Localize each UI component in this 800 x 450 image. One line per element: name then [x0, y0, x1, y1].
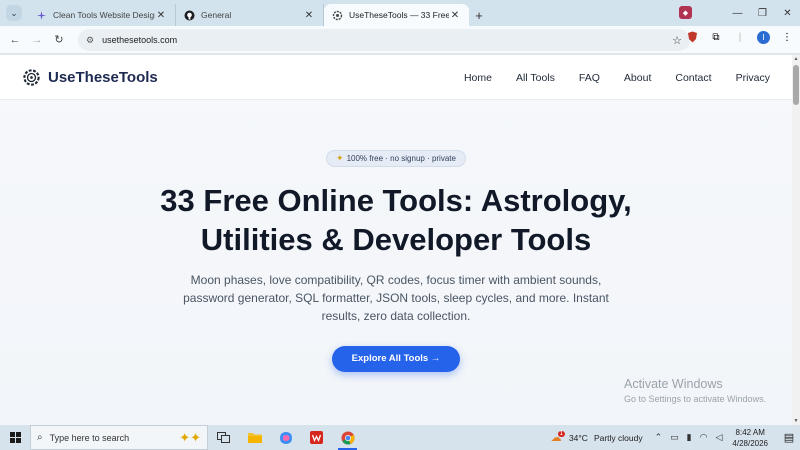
watermark-line2: Go to Settings to activate Windows.	[624, 394, 767, 404]
site-logo[interactable]: UseTheseTools	[22, 68, 158, 87]
free-badge: ✦ 100% free · no signup · private	[326, 150, 466, 167]
tray-icons: ⌃ ▭ ▮ ◠ ◁	[655, 432, 723, 443]
chrome-icon[interactable]	[332, 425, 363, 450]
weather-text: Partly cloudy	[593, 432, 643, 443]
taskbar-clock[interactable]: 8:42 AM 4/28/2026	[732, 427, 768, 449]
weather-temp: 34°C	[568, 432, 588, 443]
kebab-menu-icon[interactable]: ⋮	[780, 30, 794, 44]
restore-icon[interactable]: ❐	[750, 8, 775, 19]
close-icon[interactable]: ✕	[303, 10, 315, 21]
scroll-down-icon[interactable]: ▼	[792, 418, 800, 424]
github-icon	[184, 10, 195, 21]
reload-icon[interactable]: ↻	[48, 33, 70, 46]
toolbar-actions: ⧉ | I ⋮	[685, 30, 794, 44]
system-tray: ☁ 1 34°C Partly cloudy ⌃ ▭ ▮ ◠ ◁ 8:42 AM…	[551, 425, 800, 450]
shield-icon[interactable]	[685, 30, 699, 44]
browser-toolbar: ← → ↻ ⚙ usethesetools.com ☆ ⧉ | I ⋮	[0, 26, 800, 54]
hero-section: ✦ 100% free · no signup · private 33 Fre…	[0, 100, 792, 372]
avatar[interactable]: I	[757, 30, 770, 44]
chevron-down-icon: ⌄	[10, 7, 18, 18]
nav-about[interactable]: About	[624, 72, 651, 84]
bookmark-star-icon[interactable]: ☆	[672, 34, 682, 47]
nav-all-tools[interactable]: All Tools	[516, 72, 555, 84]
page-scrollbar[interactable]: ▲ ▼	[792, 55, 800, 425]
close-icon[interactable]: ✕	[155, 10, 167, 21]
minimize-icon[interactable]: —	[725, 8, 750, 19]
tab-usethesetools[interactable]: UseTheseTools — 33 Free Onlin ✕	[324, 4, 469, 26]
search-icon: ⌕	[37, 432, 43, 443]
nav-contact[interactable]: Contact	[675, 72, 711, 84]
hero-description: Moon phases, love compatibility, QR code…	[183, 273, 609, 323]
extensions-puzzle-icon[interactable]: ⧉	[709, 30, 723, 44]
task-view-icon[interactable]	[208, 425, 239, 450]
notification-center-icon[interactable]: ▤	[778, 431, 800, 444]
clock-date: 4/28/2026	[732, 438, 768, 448]
back-icon[interactable]: ←	[4, 34, 26, 46]
badge-text: 100% free · no signup · private	[346, 154, 456, 163]
web-page: UseTheseTools Home All Tools FAQ About C…	[0, 55, 792, 425]
network-icon[interactable]: ◠	[700, 432, 708, 443]
divider: |	[738, 31, 742, 43]
gear-icon	[332, 10, 343, 21]
window-controls: — ❐ ✕	[725, 0, 800, 26]
logo-text: UseTheseTools	[48, 68, 158, 86]
tab-title: UseTheseTools — 33 Free Onlin	[349, 10, 449, 20]
clock-time: 8:42 AM	[735, 427, 765, 437]
activate-windows-watermark: Activate Windows Go to Settings to activ…	[624, 377, 766, 404]
tab-general[interactable]: General ✕	[176, 4, 324, 26]
site-nav: Home All Tools FAQ About Contact Privacy	[464, 55, 770, 100]
tab-title: Clean Tools Website Design - D	[53, 10, 155, 20]
nav-faq[interactable]: FAQ	[579, 72, 600, 84]
tab-strip: ⌄ Clean Tools Website Design - D ✕ Gener…	[0, 0, 800, 26]
weather-widget[interactable]: ☁ 1 34°C Partly cloudy	[551, 430, 643, 444]
chevron-up-icon[interactable]: ⌃	[655, 432, 663, 443]
copilot-icon[interactable]	[270, 425, 301, 450]
search-placeholder: Type here to search	[49, 432, 130, 443]
weather-badge: 1	[557, 430, 565, 437]
hero-title: 33 Free Online Tools: Astrology, Utiliti…	[160, 183, 632, 257]
file-explorer-icon[interactable]	[239, 425, 270, 450]
address-bar[interactable]: ⚙ usethesetools.com ☆	[78, 29, 690, 51]
tab-search-button[interactable]: ⌄	[6, 5, 22, 21]
close-icon[interactable]: ✕	[449, 10, 461, 21]
nav-privacy[interactable]: Privacy	[736, 72, 770, 84]
windows-start-button[interactable]	[0, 425, 30, 450]
search-highlight-icon: ✦✦	[179, 429, 201, 445]
url-text[interactable]: usethesetools.com	[102, 35, 672, 45]
volume-icon[interactable]: ◁	[715, 432, 722, 443]
explore-all-tools-button[interactable]: Explore All Tools →	[331, 346, 461, 372]
sparkle-icon: ✦	[336, 153, 344, 163]
site-header: UseTheseTools Home All Tools FAQ About C…	[0, 55, 792, 100]
new-tab-button[interactable]: +	[469, 4, 489, 26]
extension-icon[interactable]: ◆	[679, 6, 692, 19]
windows-taskbar: ⌕ Type here to search ✦✦ ☁ 1 34°C Partly…	[0, 425, 800, 450]
gear-logo-icon	[23, 68, 40, 86]
tab-title: General	[201, 10, 232, 20]
battery-icon[interactable]: ▮	[687, 432, 692, 443]
onedrive-icon[interactable]: ▭	[670, 432, 679, 443]
taskbar-search[interactable]: ⌕ Type here to search ✦✦	[30, 425, 208, 450]
close-window-icon[interactable]: ✕	[775, 8, 800, 19]
scrollbar-thumb[interactable]	[793, 65, 799, 105]
wps-office-icon[interactable]	[301, 425, 332, 450]
windows-logo-icon	[9, 432, 21, 443]
claude-icon	[36, 10, 47, 21]
tab-clean-tools[interactable]: Clean Tools Website Design - D ✕	[28, 4, 176, 26]
watermark-line1: Activate Windows	[624, 377, 723, 391]
forward-icon[interactable]: →	[26, 34, 48, 46]
nav-home[interactable]: Home	[464, 72, 492, 84]
scroll-up-icon[interactable]: ▲	[792, 56, 800, 62]
site-info-icon[interactable]: ⚙	[86, 35, 94, 46]
